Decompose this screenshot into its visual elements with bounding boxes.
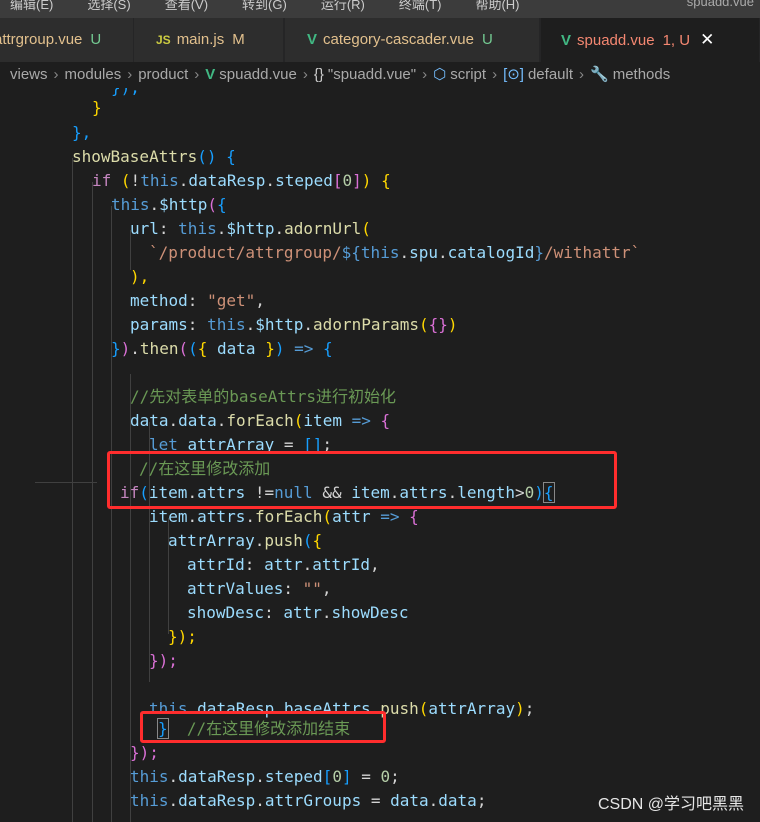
code-line: }); — [111, 88, 140, 100]
js-icon: JS — [156, 33, 171, 47]
indent-guide — [111, 206, 112, 822]
breadcrumb-methods[interactable]: methods — [613, 66, 671, 83]
breadcrumb-script[interactable]: script — [450, 66, 486, 83]
close-tab-icon[interactable]: ✕ — [700, 30, 714, 49]
code-line: }, — [72, 123, 92, 142]
code-line: this.dataResp.attrGroups = data.data; — [130, 791, 487, 810]
menu-edit[interactable]: 编辑(E) — [10, 0, 53, 12]
code-line: }); — [130, 743, 159, 762]
tab-label: category-cascader.vue — [323, 31, 474, 48]
window-title: spuadd.vue — [686, 0, 754, 9]
annotation-box-end — [140, 711, 386, 743]
breadcrumb-views[interactable]: views — [10, 66, 48, 83]
menu-go[interactable]: 转到(G) — [242, 0, 287, 12]
chevron-right-icon: › — [127, 66, 133, 83]
breadcrumb: views › modules › product › Vspuadd.vue › {} "spu… — [0, 62, 760, 88]
code-line: } — [92, 98, 102, 117]
chevron-right-icon: › — [53, 66, 59, 83]
code-line: showDesc: attr.showDesc — [187, 603, 409, 622]
tab-main-js[interactable]: JS main.js M — [134, 18, 284, 62]
menu-view[interactable]: 查看(V) — [165, 0, 208, 12]
code-editor[interactable]: }); } }, showBaseAttrs() { if (!this.dat… — [0, 88, 760, 822]
code-line: url: this.$http.adornUrl( — [130, 219, 371, 238]
indent-guide — [72, 158, 73, 822]
code-line: }).then(({ data }) => { — [111, 339, 333, 358]
tab-spuadd[interactable]: Vspuadd.vue 1, U ✕ — [541, 18, 760, 62]
code-line: //先对表单的baseAttrs进行初始化 — [130, 387, 396, 406]
tab-category-cascader[interactable]: Vcategory-cascader.vue U — [285, 18, 540, 62]
chevron-right-icon: › — [492, 66, 498, 83]
vue-icon: V — [205, 66, 216, 83]
menu-terminal[interactable]: 终端(T) — [399, 0, 442, 12]
tab-label: spuadd.vue — [577, 32, 655, 49]
tab-attrgroup[interactable]: attrgroup.vue U — [0, 18, 134, 62]
code-line: attrArray.push({ — [168, 531, 323, 550]
chevron-right-icon: › — [579, 66, 585, 83]
menu-help[interactable]: 帮助(H) — [475, 0, 519, 12]
code-line: method: "get", — [130, 291, 265, 310]
code-line: params: this.$http.adornParams({}) — [130, 315, 458, 334]
menu-selection[interactable]: 选择(S) — [87, 0, 130, 12]
tab-label: attrgroup.vue — [0, 31, 83, 48]
code-line: }); — [168, 627, 197, 646]
vue-icon: V — [561, 32, 572, 49]
editor-tab-bar: attrgroup.vue U JS main.js M Vcategory-casc… — [0, 18, 760, 62]
code-line: `/product/attrgroup/${this.spu.catalogId… — [149, 243, 641, 262]
watermark: CSDN @学习吧黑黑 — [597, 796, 744, 813]
code-line: data.data.forEach(item => { — [130, 411, 391, 430]
tab-status: 1, U — [662, 32, 691, 49]
tab-status: M — [232, 31, 245, 48]
breadcrumb-modules[interactable]: modules — [65, 66, 122, 83]
breadcrumb-default[interactable]: default — [528, 66, 573, 83]
menu-run[interactable]: 运行(R) — [321, 0, 365, 12]
annotation-box-start — [107, 451, 617, 509]
menu-bar: 编辑(E) 选择(S) 查看(V) 转到(G) 运行(R) 终端(T) 帮助(H) spua… — [0, 0, 760, 18]
code-line: }); — [149, 651, 178, 670]
tab-status: U — [90, 31, 102, 48]
code-line: showBaseAttrs() { — [72, 147, 236, 166]
code-line: attrValues: "", — [187, 579, 332, 598]
breadcrumb-file-scope[interactable]: "spuadd.vue" — [328, 66, 416, 83]
code-line: ), — [130, 267, 150, 286]
tab-label: main.js — [176, 31, 225, 48]
breadcrumb-product[interactable]: product — [138, 66, 188, 83]
chevron-right-icon: › — [302, 66, 308, 83]
field-icon: [⊙] — [503, 66, 524, 83]
code-line: this.dataResp.steped[0] = 0; — [130, 767, 400, 786]
indent-guide — [92, 182, 93, 822]
breadcrumb-file[interactable]: spuadd.vue — [219, 66, 297, 83]
chevron-right-icon: › — [422, 66, 428, 83]
chevron-right-icon: › — [194, 66, 200, 83]
indent-guide — [35, 482, 97, 483]
code-line: attrId: attr.attrId, — [187, 555, 380, 574]
braces-icon: {} — [313, 66, 324, 83]
code-line: if (!this.dataResp.steped[0]) { — [92, 171, 391, 190]
vue-icon: V — [307, 31, 318, 48]
cube-icon: ⬡ — [433, 66, 447, 83]
code-line: this.$http({ — [111, 195, 227, 214]
wrench-icon: 🔧 — [590, 66, 609, 83]
tab-status: U — [481, 31, 493, 48]
